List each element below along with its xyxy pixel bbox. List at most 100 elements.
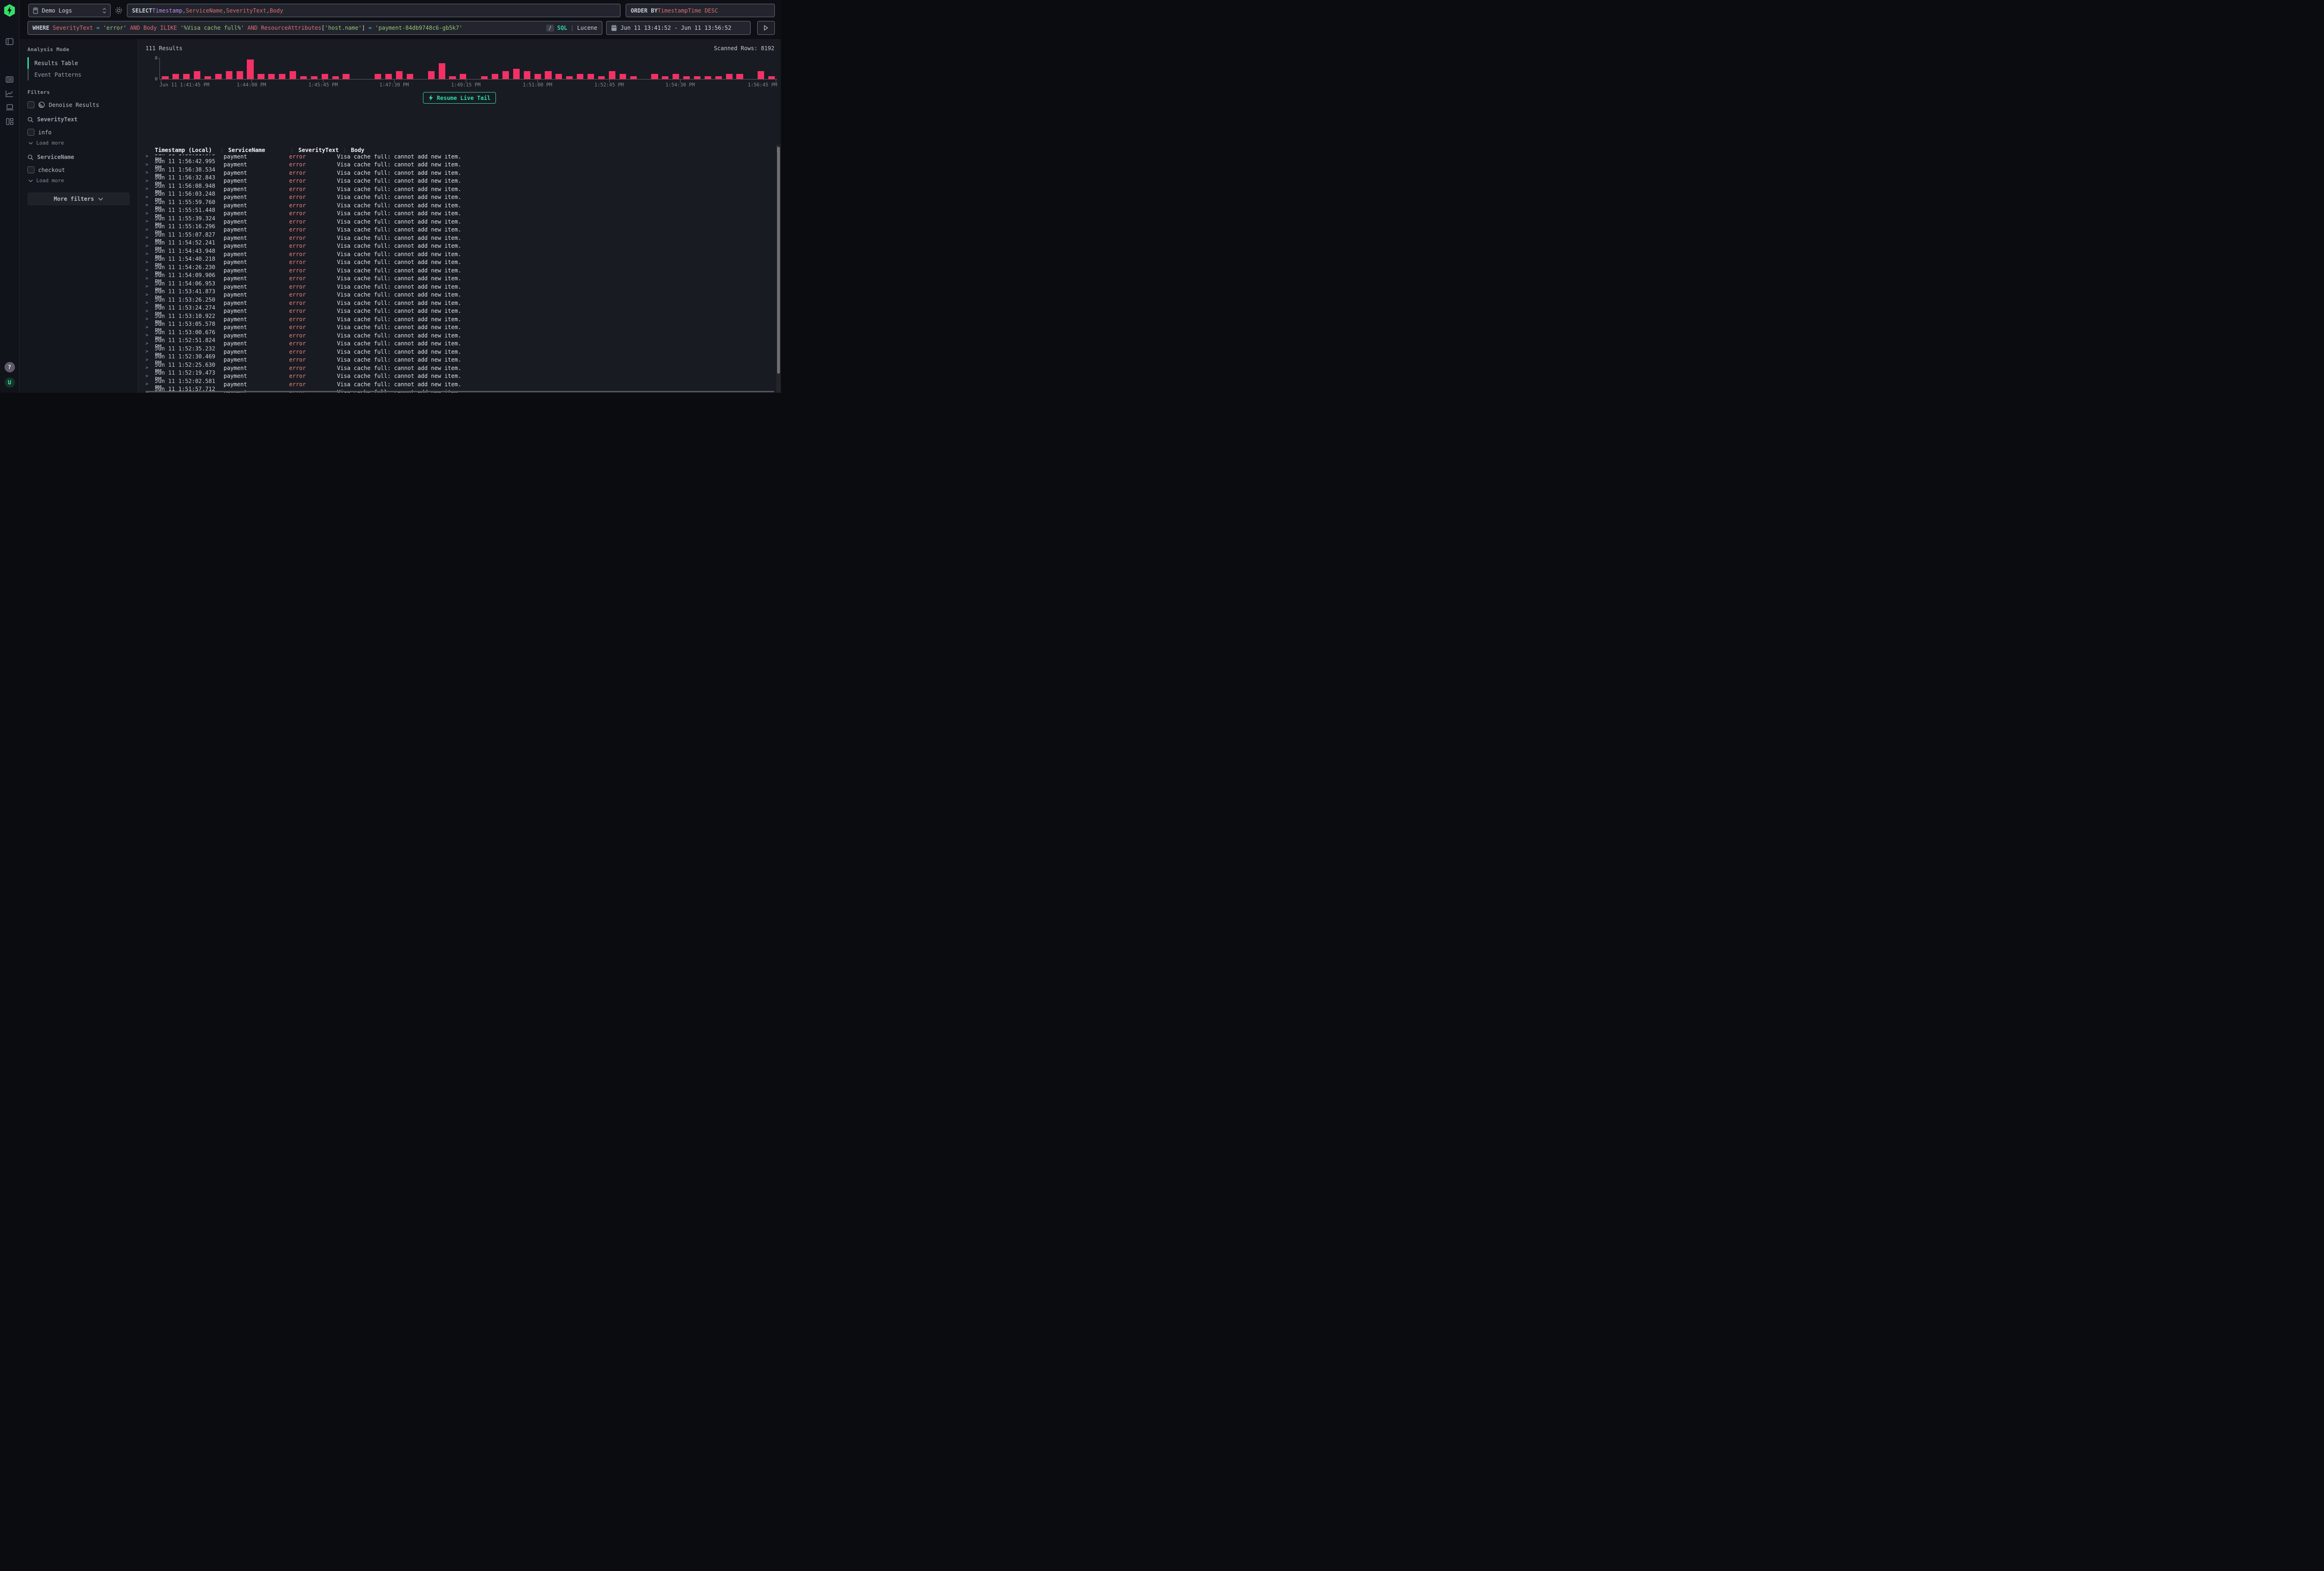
source-settings-button[interactable] xyxy=(115,7,123,15)
log-row[interactable]: >Jun 11 1:56:03.248 PMpaymenterrorVisa c… xyxy=(138,193,776,202)
source-select[interactable]: Demo Logs xyxy=(28,4,111,17)
filter-option-checkout[interactable]: checkout xyxy=(27,166,130,173)
servicename-load-more[interactable]: Load more xyxy=(28,178,130,184)
row-expand-chevron-icon[interactable]: > xyxy=(145,203,155,208)
log-row[interactable]: >Jun 11 1:55:07.827 PMpaymenterrorVisa c… xyxy=(138,234,776,242)
help-button[interactable]: ? xyxy=(5,362,15,372)
log-row[interactable]: >Jun 11 1:54:06.953 PMpaymenterrorVisa c… xyxy=(138,283,776,291)
user-avatar[interactable]: U xyxy=(5,377,15,388)
column-header-body[interactable]: Body xyxy=(351,147,776,153)
log-row[interactable]: >Jun 11 1:55:59.760 PMpaymenterrorVisa c… xyxy=(138,201,776,210)
severitytext-load-more[interactable]: Load more xyxy=(28,140,130,146)
laptop-icon[interactable] xyxy=(0,100,20,114)
log-row[interactable]: >Jun 11 1:53:10.922 PMpaymenterrorVisa c… xyxy=(138,315,776,323)
log-row[interactable]: >Jun 11 1:56:42.995 PMpaymenterrorVisa c… xyxy=(138,161,776,169)
log-row[interactable]: >Jun 11 1:54:26.230 PMpaymenterrorVisa c… xyxy=(138,266,776,275)
log-row[interactable]: >Jun 11 1:52:19.473 PMpaymenterrorVisa c… xyxy=(138,372,776,381)
row-expand-chevron-icon[interactable]: > xyxy=(145,178,155,184)
mode-results-table[interactable]: Results Table xyxy=(27,57,130,69)
run-query-button[interactable] xyxy=(757,21,775,35)
row-expand-chevron-icon[interactable]: > xyxy=(145,154,155,159)
mode-event-patterns[interactable]: Event Patterns xyxy=(27,69,130,80)
row-expand-chevron-icon[interactable]: > xyxy=(145,235,155,240)
horizontal-scrollbar-thumb[interactable] xyxy=(145,391,774,392)
vertical-scrollbar[interactable] xyxy=(776,145,781,393)
log-row[interactable]: >Jun 11 1:56:08.948 PMpaymenterrorVisa c… xyxy=(138,185,776,193)
row-expand-chevron-icon[interactable]: > xyxy=(145,195,155,200)
where-query-input[interactable]: WHERE SeverityText = 'error' AND Body IL… xyxy=(27,21,602,35)
denoise-checkbox[interactable] xyxy=(27,101,34,108)
row-expand-chevron-icon[interactable]: > xyxy=(145,325,155,330)
row-expand-chevron-icon[interactable]: > xyxy=(145,300,155,305)
line-chart-icon[interactable] xyxy=(0,86,20,100)
column-header-severitytext[interactable]: SeverityText xyxy=(298,147,346,153)
row-expand-chevron-icon[interactable]: > xyxy=(145,374,155,379)
log-row[interactable]: >Jun 11 1:53:26.250 PMpaymenterrorVisa c… xyxy=(138,299,776,307)
info-checkbox[interactable] xyxy=(27,129,34,136)
row-expand-chevron-icon[interactable]: > xyxy=(145,333,155,338)
row-expand-chevron-icon[interactable]: > xyxy=(145,284,155,289)
denoise-results-toggle[interactable]: Denoise Results xyxy=(27,101,130,108)
log-row[interactable]: >Jun 11 1:56:38.534 PMpaymenterrorVisa c… xyxy=(138,169,776,177)
log-row[interactable]: >Jun 11 1:54:40.218 PMpaymenterrorVisa c… xyxy=(138,258,776,267)
resume-live-tail-button[interactable]: Resume Live Tail xyxy=(423,92,496,104)
sql-mode-option[interactable]: SQL xyxy=(557,25,568,31)
row-expand-chevron-icon[interactable]: > xyxy=(145,357,155,363)
filter-option-info[interactable]: info xyxy=(27,129,130,136)
row-expand-chevron-icon[interactable]: > xyxy=(145,365,155,370)
log-row[interactable]: >Jun 11 1:54:52.241 PMpaymenterrorVisa c… xyxy=(138,242,776,251)
cell-severitytext: error xyxy=(289,373,337,379)
more-filters-button[interactable]: More filters xyxy=(27,192,130,205)
row-expand-chevron-icon[interactable]: > xyxy=(145,317,155,322)
row-expand-chevron-icon[interactable]: > xyxy=(145,341,155,346)
table-options-kebab-icon[interactable]: ⋮ xyxy=(774,146,780,152)
row-expand-chevron-icon[interactable]: > xyxy=(145,276,155,281)
dashboard-grid-icon[interactable] xyxy=(0,114,20,128)
row-expand-chevron-icon[interactable]: > xyxy=(145,211,155,216)
log-row[interactable]: >Jun 11 1:52:02.581 PMpaymenterrorVisa c… xyxy=(138,380,776,389)
column-header-servicename[interactable]: ServiceName xyxy=(228,147,294,153)
hyperdx-logo-icon[interactable] xyxy=(4,4,15,17)
row-expand-chevron-icon[interactable]: > xyxy=(145,170,155,175)
row-expand-chevron-icon[interactable]: > xyxy=(145,162,155,167)
row-expand-chevron-icon[interactable]: > xyxy=(145,309,155,314)
log-row[interactable]: >Jun 11 1:54:09.906 PMpaymenterrorVisa c… xyxy=(138,275,776,283)
checkout-checkbox[interactable] xyxy=(27,166,34,173)
log-row[interactable]: >Jun 11 1:56:32.843 PMpaymenterrorVisa c… xyxy=(138,177,776,185)
lucene-mode-option[interactable]: Lucene xyxy=(577,25,597,31)
orderby-query-input[interactable]: ORDER BY TimestampTime DESC xyxy=(626,4,775,17)
select-query-input[interactable]: SELECT Timestamp, ServiceName, SeverityT… xyxy=(127,4,621,17)
lightning-bolt-icon xyxy=(429,95,433,101)
vertical-scrollbar-thumb[interactable] xyxy=(777,147,780,374)
log-row[interactable]: >Jun 11 1:53:05.578 PMpaymenterrorVisa c… xyxy=(138,323,776,332)
log-row[interactable]: >Jun 11 1:55:51.448 PMpaymenterrorVisa c… xyxy=(138,210,776,218)
results-histogram[interactable]: 8 0 Jun 11 1:41:45 PM1:44:00 PM1:45:45 P… xyxy=(145,58,777,88)
panel-left-icon[interactable] xyxy=(0,34,20,48)
row-expand-chevron-icon[interactable]: > xyxy=(145,251,155,257)
time-range-picker[interactable]: Jun 11 13:41:52 - Jun 11 13:56:52 xyxy=(606,21,751,35)
log-row[interactable]: >Jun 11 1:55:39.324 PMpaymenterrorVisa c… xyxy=(138,218,776,226)
log-row[interactable]: >Jun 11 1:55:16.296 PMpaymenterrorVisa c… xyxy=(138,226,776,234)
row-expand-chevron-icon[interactable]: > xyxy=(145,382,155,387)
log-row[interactable]: >Jun 11 1:52:51.824 PMpaymenterrorVisa c… xyxy=(138,340,776,348)
row-expand-chevron-icon[interactable]: > xyxy=(145,260,155,265)
row-expand-chevron-icon[interactable]: > xyxy=(145,186,155,191)
search-icon[interactable] xyxy=(27,117,33,123)
row-expand-chevron-icon[interactable]: > xyxy=(145,219,155,224)
log-row[interactable]: >Jun 11 1:52:30.469 PMpaymenterrorVisa c… xyxy=(138,356,776,364)
row-expand-chevron-icon[interactable]: > xyxy=(145,268,155,273)
column-header-timestamp[interactable]: Timestamp (Local) xyxy=(155,147,224,153)
log-row[interactable]: >Jun 11 1:52:25.630 PMpaymenterrorVisa c… xyxy=(138,364,776,372)
notebook-list-icon[interactable] xyxy=(0,73,20,86)
log-row[interactable]: >Jun 11 1:53:24.274 PMpaymenterrorVisa c… xyxy=(138,307,776,316)
log-row[interactable]: >Jun 11 1:52:35.232 PMpaymenterrorVisa c… xyxy=(138,348,776,356)
search-icon[interactable] xyxy=(27,154,33,160)
log-row[interactable]: >Jun 11 1:54:43.948 PMpaymenterrorVisa c… xyxy=(138,250,776,258)
row-expand-chevron-icon[interactable]: > xyxy=(145,292,155,297)
log-row[interactable]: >Jun 11 1:53:00.676 PMpaymenterrorVisa c… xyxy=(138,331,776,340)
row-expand-chevron-icon[interactable]: > xyxy=(145,227,155,232)
log-row[interactable]: >Jun 11 1:53:41.873 PMpaymenterrorVisa c… xyxy=(138,291,776,299)
histogram-bar xyxy=(715,76,722,79)
row-expand-chevron-icon[interactable]: > xyxy=(145,349,155,354)
row-expand-chevron-icon[interactable]: > xyxy=(145,244,155,249)
